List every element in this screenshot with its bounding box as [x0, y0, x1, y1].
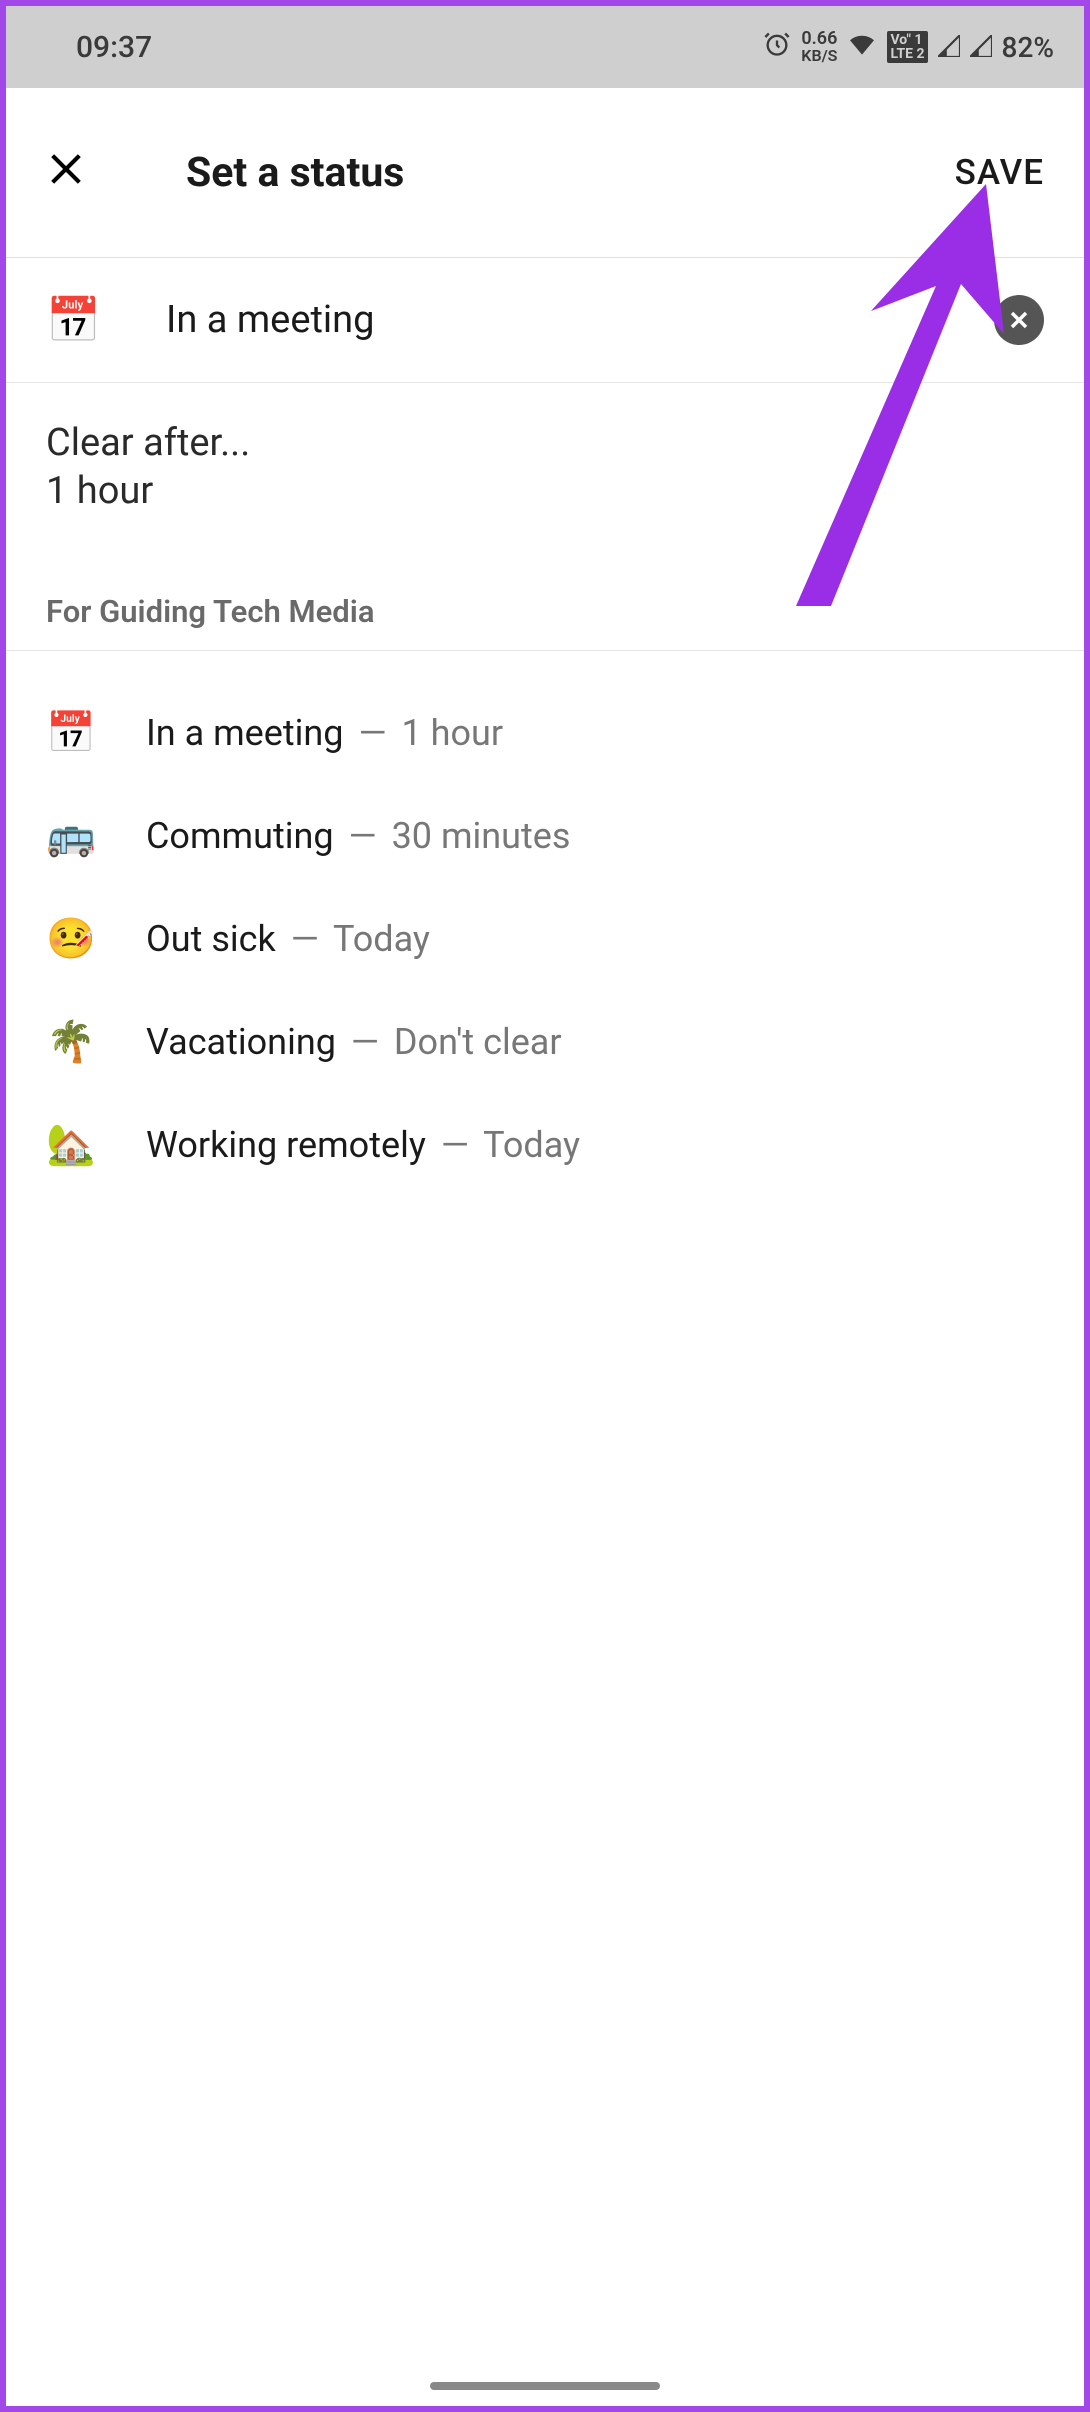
preset-item-vacation[interactable]: 🌴 Vacationing — Don't clear [6, 990, 1084, 1093]
house-icon: 🏡 [46, 1121, 106, 1168]
alarm-icon [763, 30, 791, 65]
preset-name: In a meeting [146, 712, 344, 754]
clear-after-label: Clear after... [46, 421, 1044, 465]
preset-duration: Don't clear [394, 1021, 562, 1063]
wifi-icon [847, 31, 877, 64]
preset-item-commuting[interactable]: 🚌 Commuting — 30 minutes [6, 784, 1084, 887]
clear-after-value: 1 hour [46, 469, 1044, 513]
preset-item-sick[interactable]: 🤒 Out sick — Today [6, 887, 1084, 990]
preset-name: Out sick [146, 918, 276, 960]
app-header: Set a status SAVE [6, 88, 1084, 258]
signal-2-icon [970, 31, 992, 64]
sick-face-icon: 🤒 [46, 915, 106, 962]
preset-duration: Today [333, 918, 430, 960]
calendar-icon: 📅 [46, 709, 106, 756]
preset-duration: Today [483, 1124, 580, 1166]
workspace-section-header: For Guiding Tech Media [6, 563, 1084, 651]
palm-tree-icon: 🌴 [46, 1018, 106, 1065]
bus-icon: 🚌 [46, 812, 106, 859]
android-status-bar: 09:37 0.66 KB/S Vo" 1 LTE 2 82% [6, 6, 1084, 88]
preset-duration: 1 hour [401, 712, 503, 754]
close-button[interactable] [46, 144, 106, 201]
home-indicator[interactable] [430, 2382, 660, 2390]
clear-after-row[interactable]: Clear after... 1 hour [6, 383, 1084, 563]
signal-1-icon [938, 31, 960, 64]
battery-percent: 82% [1002, 31, 1054, 64]
status-icons: 0.66 KB/S Vo" 1 LTE 2 82% [763, 30, 1054, 65]
clock: 09:37 [76, 30, 152, 65]
status-emoji-icon[interactable]: 📅 [46, 294, 116, 346]
volte-icon: Vo" 1 LTE 2 [887, 31, 927, 63]
preset-list: 📅 In a meeting — 1 hour 🚌 Commuting — 30… [6, 651, 1084, 1196]
preset-item-remote[interactable]: 🏡 Working remotely — Today [6, 1093, 1084, 1196]
preset-duration: 30 minutes [392, 815, 571, 857]
page-title: Set a status [186, 149, 955, 197]
data-rate: 0.66 KB/S [801, 30, 837, 64]
preset-name: Working remotely [146, 1124, 426, 1166]
save-button[interactable]: SAVE [955, 152, 1044, 193]
clear-status-button[interactable] [994, 295, 1044, 345]
preset-name: Vacationing [146, 1021, 336, 1063]
preset-item-meeting[interactable]: 📅 In a meeting — 1 hour [6, 681, 1084, 784]
status-text-input[interactable]: In a meeting [166, 298, 994, 342]
preset-name: Commuting [146, 815, 334, 857]
current-status-row[interactable]: 📅 In a meeting [6, 258, 1084, 383]
